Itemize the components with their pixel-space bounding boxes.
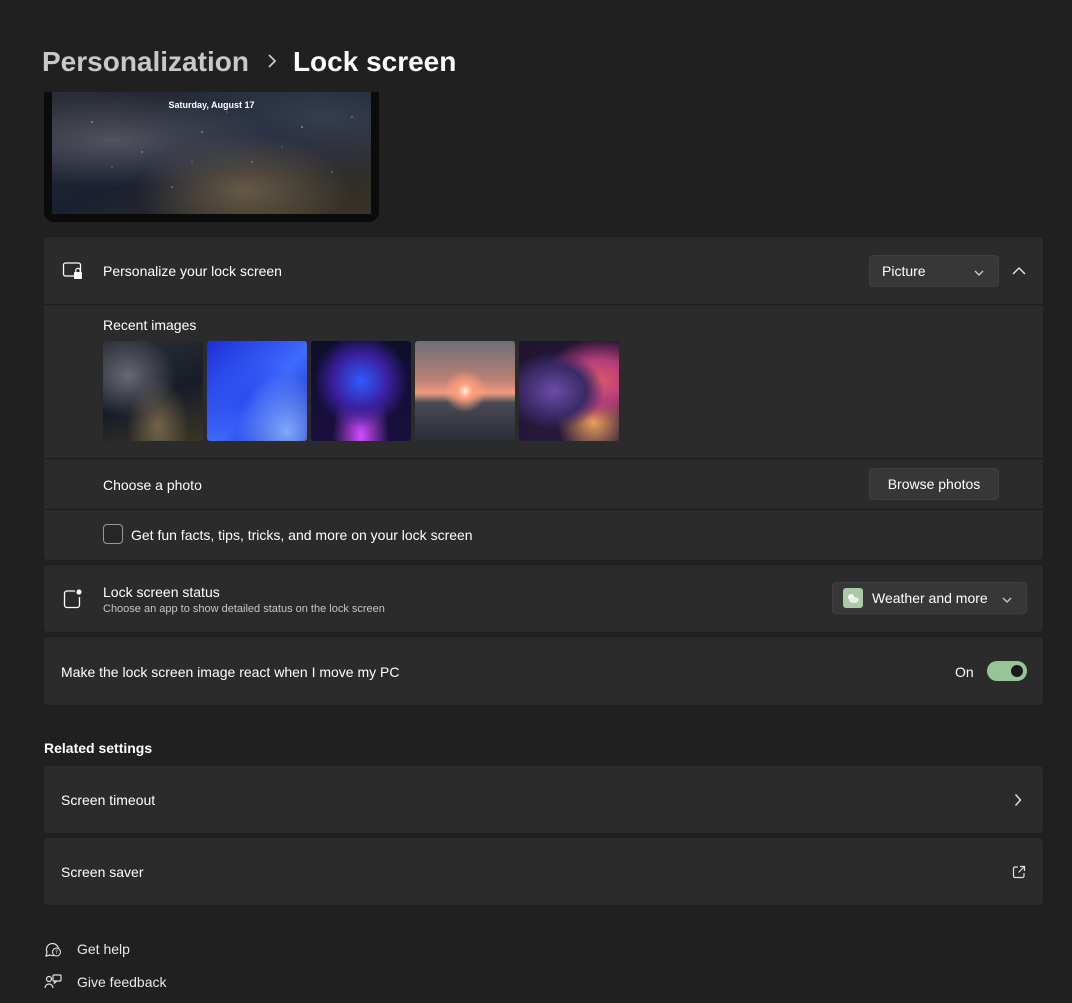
- motion-toggle-state: On: [955, 664, 974, 680]
- breadcrumb: Personalization Lock screen: [42, 40, 456, 84]
- motion-react-card: Make the lock screen image react when I …: [44, 637, 1043, 705]
- external-link-icon: [1012, 865, 1026, 882]
- recent-image-1[interactable]: [103, 341, 203, 441]
- personalize-label: Personalize your lock screen: [103, 263, 282, 279]
- give-feedback-link[interactable]: Give feedback: [44, 973, 167, 991]
- personalize-header-row[interactable]: Personalize your lock screen Picture: [44, 237, 1043, 304]
- background-type-value: Picture: [882, 263, 926, 279]
- stars-decoration: [91, 111, 353, 188]
- lock-screen-status-card: Lock screen status Choose an app to show…: [44, 565, 1043, 632]
- motion-react-toggle[interactable]: [987, 661, 1027, 681]
- background-type-dropdown[interactable]: Picture: [869, 255, 999, 287]
- svg-text:?: ?: [55, 949, 58, 956]
- chevron-right-icon: [1014, 793, 1022, 810]
- screen-timeout-label: Screen timeout: [61, 792, 156, 808]
- status-icon: [62, 588, 84, 610]
- recent-image-2[interactable]: [207, 341, 307, 441]
- fun-facts-row: Get fun facts, tips, tricks, and more on…: [44, 510, 1043, 560]
- status-description: Choose an app to show detailed status on…: [103, 603, 385, 615]
- help-icon: ?: [44, 940, 66, 958]
- toggle-knob: [1011, 665, 1023, 677]
- page-title: Lock screen: [292, 46, 457, 77]
- lock-screen-icon: [62, 260, 84, 282]
- choose-photo-row: Choose a photo Browse photos: [44, 459, 1043, 509]
- chevron-up-icon[interactable]: [1012, 264, 1026, 280]
- give-feedback-label: Give feedback: [77, 974, 167, 990]
- status-app-dropdown[interactable]: Weather and more: [832, 582, 1027, 614]
- status-label: Lock screen status: [103, 584, 220, 600]
- breadcrumb-personalization[interactable]: Personalization: [42, 46, 249, 78]
- get-help-link[interactable]: ? Get help: [44, 940, 130, 958]
- fun-facts-label: Get fun facts, tips, tricks, and more on…: [131, 527, 473, 543]
- chevron-right-icon: [267, 51, 277, 74]
- fun-facts-checkbox[interactable]: [103, 524, 123, 544]
- chevron-down-icon: [1002, 592, 1012, 608]
- preview-image: Saturday, August 17: [52, 92, 371, 214]
- browse-photos-button[interactable]: Browse photos: [869, 468, 999, 500]
- recent-images-list: [103, 304, 623, 454]
- screen-saver-label: Screen saver: [61, 864, 144, 880]
- motion-react-label: Make the lock screen image react when I …: [61, 664, 400, 680]
- screen-timeout-row[interactable]: Screen timeout: [44, 766, 1043, 833]
- get-help-label: Get help: [77, 941, 130, 957]
- related-settings-title: Related settings: [44, 740, 153, 756]
- recent-image-3[interactable]: [311, 341, 411, 441]
- feedback-icon: [44, 973, 66, 991]
- preview-date: Saturday, August 17: [168, 100, 255, 110]
- choose-photo-label: Choose a photo: [103, 477, 202, 493]
- screen-saver-row[interactable]: Screen saver: [44, 838, 1043, 905]
- recent-image-4[interactable]: [415, 341, 515, 441]
- weather-icon: [843, 588, 863, 608]
- personalize-lock-screen-card: Personalize your lock screen Picture Rec…: [44, 237, 1043, 560]
- recent-image-5[interactable]: [519, 341, 619, 441]
- chevron-down-icon: [974, 265, 984, 281]
- lock-screen-preview: Saturday, August 17: [44, 92, 379, 222]
- status-app-value: Weather and more: [872, 590, 988, 606]
